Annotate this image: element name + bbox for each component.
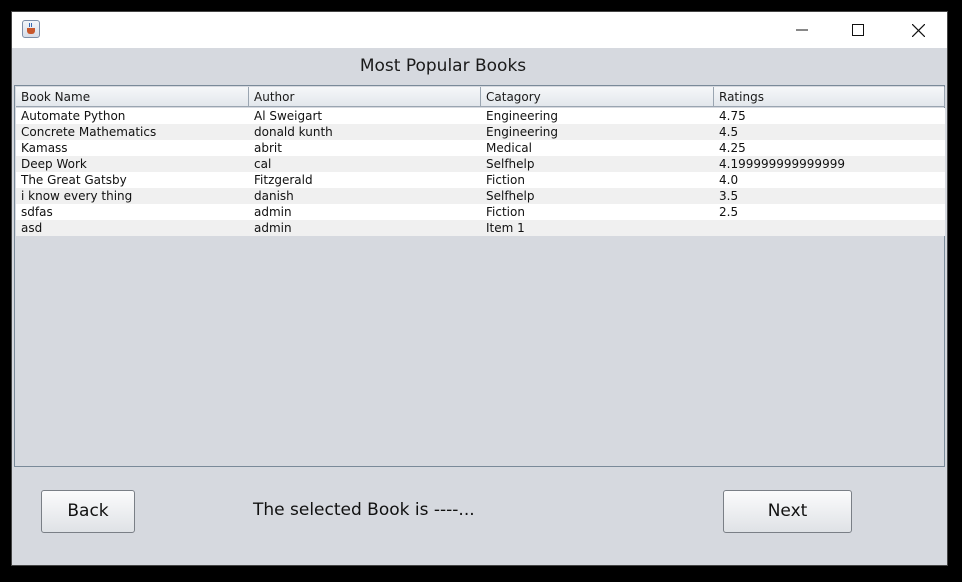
cell-author: abrit [254,141,282,155]
cell-rating: 4.5 [719,125,739,139]
table-row[interactable]: asd admin Item 1 [16,220,945,236]
maximize-icon [852,24,864,36]
back-button[interactable]: Back [41,490,135,533]
books-table[interactable]: Book Name Author Catagory Ratings Automa… [14,85,945,467]
cell-rating: 4.25 [719,141,746,155]
cell-category: Fiction [486,173,525,187]
selected-book-label: The selected Book is ----... [253,500,475,520]
table-row[interactable]: Deep Work cal Selfhelp 4.199999999999999 [16,156,945,172]
column-header-book-name[interactable]: Book Name [16,87,249,107]
cell-book-name: Kamass [21,141,68,155]
cell-author: cal [254,157,272,171]
cell-book-name: Deep Work [21,157,87,171]
table-row[interactable]: sdfas admin Fiction 2.5 [16,204,945,220]
cell-author: Fitzgerald [254,173,313,187]
app-window: Most Popular Books Book Name Author Cata… [11,11,948,566]
cell-category: Engineering [486,125,558,139]
cell-book-name: asd [21,221,43,235]
cell-rating: 3.5 [719,189,739,203]
maximize-button[interactable] [835,12,881,48]
cell-book-name: Automate Python [21,109,126,123]
java-cup-icon [22,20,40,38]
cell-book-name: sdfas [21,205,53,219]
close-icon [912,24,925,37]
table-row[interactable]: Kamass abrit Medical 4.25 [16,140,945,156]
cell-rating: 4.199999999999999 [719,157,845,171]
column-header-category[interactable]: Catagory [481,87,714,107]
cell-author: Al Sweigart [254,109,323,123]
table-body: Automate Python Al Sweigart Engineering … [16,108,945,236]
table-row[interactable]: Concrete Mathematics donald kunth Engine… [16,124,945,140]
cell-rating: 4.0 [719,173,739,187]
cell-rating [714,220,945,236]
cell-book-name: Concrete Mathematics [21,125,157,139]
cell-category: Fiction [486,205,525,219]
table-row[interactable]: The Great Gatsby Fitzgerald Fiction 4.0 [16,172,945,188]
cell-category: Item 1 [486,221,525,235]
close-button[interactable] [895,12,941,48]
cell-category: Selfhelp [486,157,535,171]
minimize-icon [796,29,808,31]
cell-rating: 2.5 [719,205,739,219]
cell-category: Engineering [486,109,558,123]
next-button[interactable]: Next [723,490,852,533]
cell-author: danish [254,189,294,203]
title-bar[interactable] [12,12,947,48]
cell-category: Medical [486,141,532,155]
cell-book-name: The Great Gatsby [21,173,127,187]
column-header-ratings[interactable]: Ratings [714,87,945,107]
cell-book-name: i know every thing [21,189,133,203]
page-title: Most Popular Books [359,56,527,76]
minimize-button[interactable] [779,12,825,48]
column-header-author[interactable]: Author [249,87,481,107]
table-row[interactable]: i know every thing danish Selfhelp 3.5 [16,188,945,204]
cell-rating: 4.75 [719,109,746,123]
cell-author: admin [254,221,292,235]
cell-category: Selfhelp [486,189,535,203]
table-row[interactable]: Automate Python Al Sweigart Engineering … [16,108,945,124]
table-header: Book Name Author Catagory Ratings [16,87,945,107]
cell-author: donald kunth [254,125,333,139]
cell-author: admin [254,205,292,219]
